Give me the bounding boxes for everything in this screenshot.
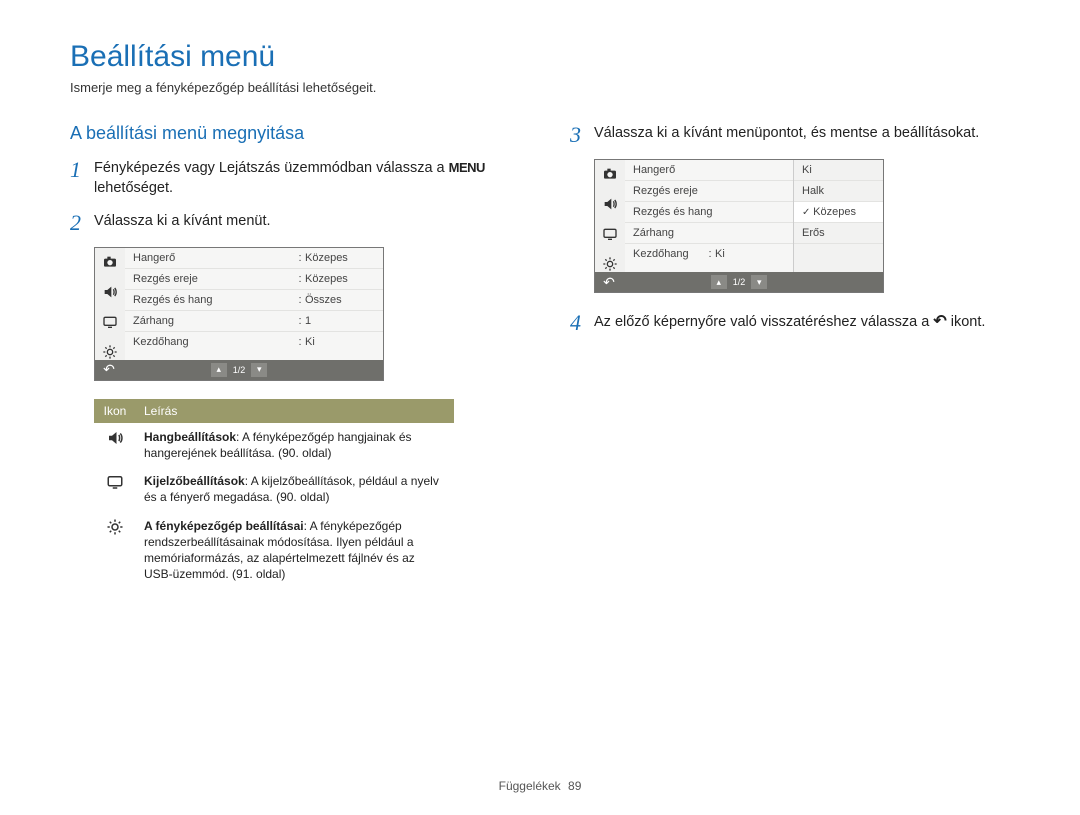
- step-3: 3 Válassza ki a kívánt menüpontot, és me…: [570, 123, 1010, 147]
- lcd-key: Rezgés és hang: [633, 206, 785, 218]
- step-number: 2: [70, 211, 94, 235]
- lcd-option: Közepes: [794, 202, 883, 223]
- step-2: 2 Válassza ki a kívánt menüt.: [70, 211, 510, 235]
- step-2-text: Válassza ki a kívánt menüt.: [94, 211, 510, 231]
- lcd-key: Rezgés ereje: [633, 185, 785, 197]
- gear-icon: [102, 344, 118, 360]
- display-icon: [102, 314, 118, 330]
- step-4-text-b: ikont.: [947, 314, 986, 330]
- back-icon: ↶: [601, 274, 617, 290]
- lcd-option: Erős: [794, 223, 883, 244]
- icon-description-table: Ikon Leírás Hangbeállítások: A fényképez…: [94, 399, 454, 589]
- lcd-key: Rezgés ereje: [133, 273, 295, 285]
- lcd-value: Közepes: [305, 252, 375, 264]
- table-row: A fényképezőgép beállításai: A fényképez…: [94, 512, 454, 589]
- display-icon: [602, 226, 618, 242]
- table-desc: A fényképezőgép beállításai: A fényképez…: [136, 512, 454, 589]
- lcd-value: Ki: [305, 336, 375, 348]
- page-title: Beállítási menü: [70, 40, 1010, 74]
- step-number: 4: [570, 311, 594, 335]
- step-1-text-b: lehetőséget.: [94, 180, 173, 196]
- return-icon: ↶: [933, 313, 946, 330]
- page-down-icon: ▾: [751, 275, 767, 289]
- step-1: 1 Fényképezés vagy Lejátszás üzemmódban …: [70, 158, 510, 199]
- lcd-row: Hangerő: [625, 160, 793, 181]
- page-indicator: 1/2: [731, 277, 748, 287]
- lcd-key: Hangerő: [133, 252, 295, 264]
- lcd-key: Zárhang: [133, 315, 295, 327]
- gear-icon: [602, 256, 618, 272]
- page-down-icon: ▾: [251, 363, 267, 377]
- camera-icon: [602, 166, 618, 182]
- section-heading: A beállítási menü megnyitása: [70, 123, 510, 144]
- lcd-row: Rezgés és hang: [625, 202, 793, 223]
- table-desc: Hangbeállítások: A fényképezőgép hangjai…: [136, 423, 454, 467]
- lcd-option: Ki: [794, 160, 883, 181]
- step-number: 3: [570, 123, 594, 147]
- table-row: Hangbeállítások: A fényképezőgép hangjai…: [94, 423, 454, 467]
- display-icon: [106, 473, 124, 491]
- page-up-icon: ▴: [711, 275, 727, 289]
- lcd-value: 1: [305, 315, 375, 327]
- lcd-row: Rezgés ereje: [625, 181, 793, 202]
- page-footer: Függelékek 89: [0, 779, 1080, 793]
- step-4: 4 Az előző képernyőre való visszatéréshe…: [570, 311, 1010, 335]
- camera-lcd-screenshot-2: Hangerő Rezgés ereje Rezgés és hang Zárhang…: [594, 159, 884, 293]
- footer-page-number: 89: [568, 779, 581, 793]
- table-row: Kijelzőbeállítások: A kijelzőbeállítások…: [94, 467, 454, 511]
- page-indicator: 1/2: [231, 365, 248, 375]
- gear-icon: [106, 518, 124, 536]
- lcd-row: Kezdőhang:Ki: [125, 332, 383, 352]
- step-3-text: Válassza ki a kívánt menüpontot, és ment…: [594, 123, 1010, 143]
- lcd-row: Zárhang:1: [125, 311, 383, 332]
- lcd-row: Rezgés ereje:Közepes: [125, 269, 383, 290]
- step-number: 1: [70, 158, 94, 182]
- table-desc: Kijelzőbeállítások: A kijelzőbeállítások…: [136, 467, 454, 511]
- table-head-icon: Ikon: [94, 399, 136, 423]
- page-subtitle: Ismerje meg a fényképezőgép beállítási l…: [70, 80, 1010, 95]
- lcd-key: Kezdőhang: [133, 336, 295, 348]
- lcd-row: Zárhang: [625, 223, 793, 244]
- sound-icon: [602, 196, 618, 212]
- lcd-key: Rezgés és hang: [133, 294, 295, 306]
- lcd-option: Halk: [794, 181, 883, 202]
- lcd-row: Kezdőhang:Ki: [625, 244, 793, 264]
- sound-icon: [102, 284, 118, 300]
- lcd-value: Összes: [305, 294, 375, 306]
- lcd-key: Kezdőhang: [633, 248, 705, 260]
- lcd-key: Zárhang: [633, 227, 785, 239]
- step-1-text-a: Fényképezés vagy Lejátszás üzemmódban vá…: [94, 160, 449, 176]
- camera-lcd-screenshot-1: Hangerő:KözepesRezgés ereje:KözepesRezgé…: [94, 247, 384, 381]
- step-4-text-a: Az előző képernyőre való visszatéréshez …: [594, 314, 933, 330]
- menu-label-icon: MENU: [449, 160, 485, 175]
- footer-label: Függelékek: [499, 779, 561, 793]
- camera-icon: [102, 254, 118, 270]
- lcd-value: Közepes: [305, 273, 375, 285]
- lcd-value: Ki: [715, 248, 785, 260]
- lcd-key: Hangerő: [633, 164, 785, 176]
- table-head-desc: Leírás: [136, 399, 454, 423]
- sound-icon: [106, 429, 124, 447]
- lcd-row: Rezgés és hang:Összes: [125, 290, 383, 311]
- back-icon: ↶: [101, 362, 117, 378]
- lcd-row: Hangerő:Közepes: [125, 248, 383, 269]
- page-up-icon: ▴: [211, 363, 227, 377]
